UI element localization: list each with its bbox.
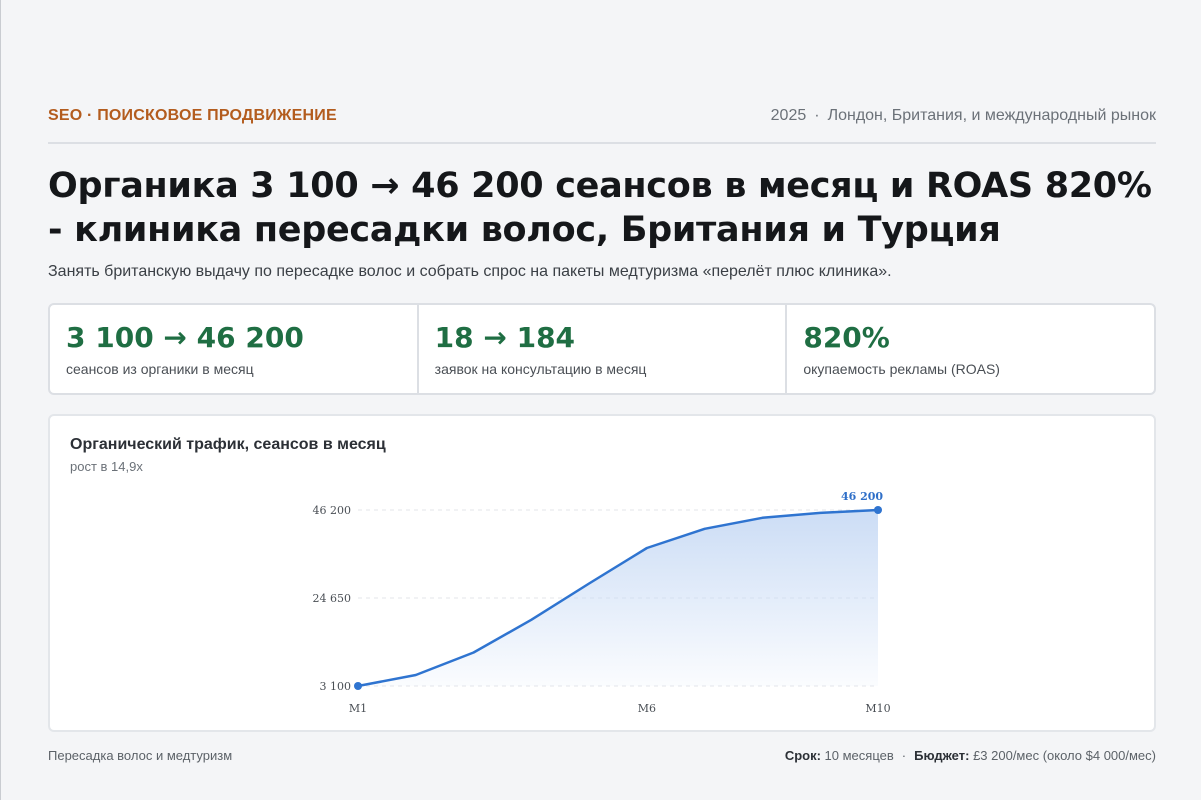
footer-separator: ·	[901, 748, 907, 763]
data-point	[874, 506, 882, 514]
y-tick-label: 24 650	[313, 592, 352, 605]
footer-topic: Пересадка волос и медтуризм	[48, 748, 233, 763]
y-axis-ticks: 3 100 24 650 46 200	[313, 504, 352, 693]
kpi-label: заявок на консультацию в месяц	[434, 361, 647, 377]
x-tick-label: M6	[638, 702, 656, 715]
end-data-label: 46 200	[841, 490, 883, 503]
kpi-label: окупаемость рекламы (ROAS)	[803, 361, 1000, 377]
data-point	[354, 682, 362, 690]
location: Лондон, Британия, и международный рынок	[827, 107, 1156, 124]
meta-separator: ·	[814, 107, 820, 124]
traffic-chart: 3 100 24 650 46 200 M1 M6 M10 46 200	[313, 490, 891, 715]
chart-card: Органический трафик, сеансов в месяц рос…	[48, 414, 1156, 732]
area-fill	[358, 510, 878, 686]
year: 2025	[770, 107, 807, 124]
kpi-sessions: 3 100 → 46 200 сеансов из органики в мес…	[50, 305, 419, 393]
term-value: 10 месяцев	[824, 748, 894, 763]
x-axis-ticks: M1 M6 M10	[349, 702, 891, 715]
kpi-leads: 18 → 184 заявок на консультацию в месяц	[419, 305, 788, 393]
meta-info: 2025 · Лондон, Британия, и международный р…	[771, 104, 1156, 125]
kpi-value: 18 → 184	[434, 321, 576, 354]
x-tick-label: M10	[865, 702, 890, 715]
kpi-roas: 820% окупаемость рекламы (ROAS)	[787, 305, 1154, 393]
y-tick-label: 46 200	[313, 504, 352, 517]
term-label: Срок:	[784, 748, 821, 763]
footer-details: Срок: 10 месяцев · Бюджет: £3 200/мес (око…	[785, 748, 1156, 763]
kpi-value: 3 100 → 46 200	[66, 321, 304, 354]
kpi-label: сеансов из органики в месяц	[66, 361, 254, 377]
budget-label: Бюджет:	[914, 748, 970, 763]
category-kicker: SEO · ПОИСКОВОЕ ПРОДВИЖЕНИЕ	[48, 107, 337, 124]
kpi-value: 820%	[803, 321, 890, 354]
x-tick-label: M1	[349, 702, 367, 715]
y-tick-label: 3 100	[320, 680, 352, 693]
page-subtitle: Занять британскую выдачу по пересадке во…	[48, 263, 892, 280]
kpi-strip: 3 100 → 46 200 сеансов из органики в мес…	[48, 303, 1156, 395]
footer: Пересадка волос и медтуризм Срок: 10 мес…	[48, 748, 1156, 763]
page-title: Органика 3 100 → 46 200 сеансов в месяц …	[48, 166, 1152, 250]
budget-value: £3 200/мес (около $4 000/мес)	[973, 748, 1156, 763]
top-bar: SEO · ПОИСКОВОЕ ПРОДВИЖЕНИЕ 2025 · Лондон,…	[48, 104, 1156, 144]
